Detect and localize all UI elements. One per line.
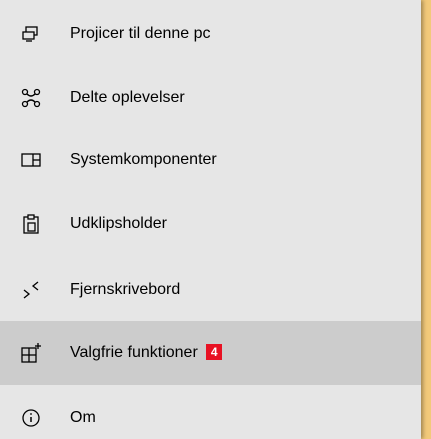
nav-item-remote-desktop[interactable]: Fjernskrivebord xyxy=(0,258,421,322)
settings-nav-menu: Projicer til denne pc Delte oplevelser S… xyxy=(0,0,421,439)
nav-item-label: Om xyxy=(70,409,96,426)
nav-item-clipboard[interactable]: Udklipsholder xyxy=(0,192,421,256)
info-icon xyxy=(18,405,44,431)
optional-features-icon xyxy=(18,340,44,366)
nav-item-shared-experiences[interactable]: Delte oplevelser xyxy=(0,66,421,130)
window-frame: Projicer til denne pc Delte oplevelser S… xyxy=(0,0,431,439)
nav-item-label: Fjernskrivebord xyxy=(70,281,181,298)
nav-item-label: Udklipsholder xyxy=(70,215,167,232)
nav-item-about[interactable]: Om xyxy=(0,386,421,439)
nav-item-label: Projicer til denne pc xyxy=(70,25,211,42)
shared-experiences-icon xyxy=(18,85,44,111)
nav-item-label: Delte oplevelser xyxy=(70,89,185,106)
nav-item-optional-features[interactable]: Valgfrie funktioner 4 xyxy=(0,321,421,385)
system-components-icon xyxy=(18,147,44,173)
clipboard-icon xyxy=(18,211,44,237)
project-icon xyxy=(18,21,44,47)
nav-item-label: Valgfrie funktioner xyxy=(70,344,198,361)
nav-item-label: Systemkomponenter xyxy=(70,151,217,168)
remote-desktop-icon xyxy=(18,277,44,303)
nav-item-label-with-badge: Valgfrie funktioner 4 xyxy=(70,344,223,362)
nav-item-system-components[interactable]: Systemkomponenter xyxy=(0,128,421,192)
nav-item-project-to-this-pc[interactable]: Projicer til denne pc xyxy=(0,2,421,66)
notification-badge: 4 xyxy=(206,344,223,360)
